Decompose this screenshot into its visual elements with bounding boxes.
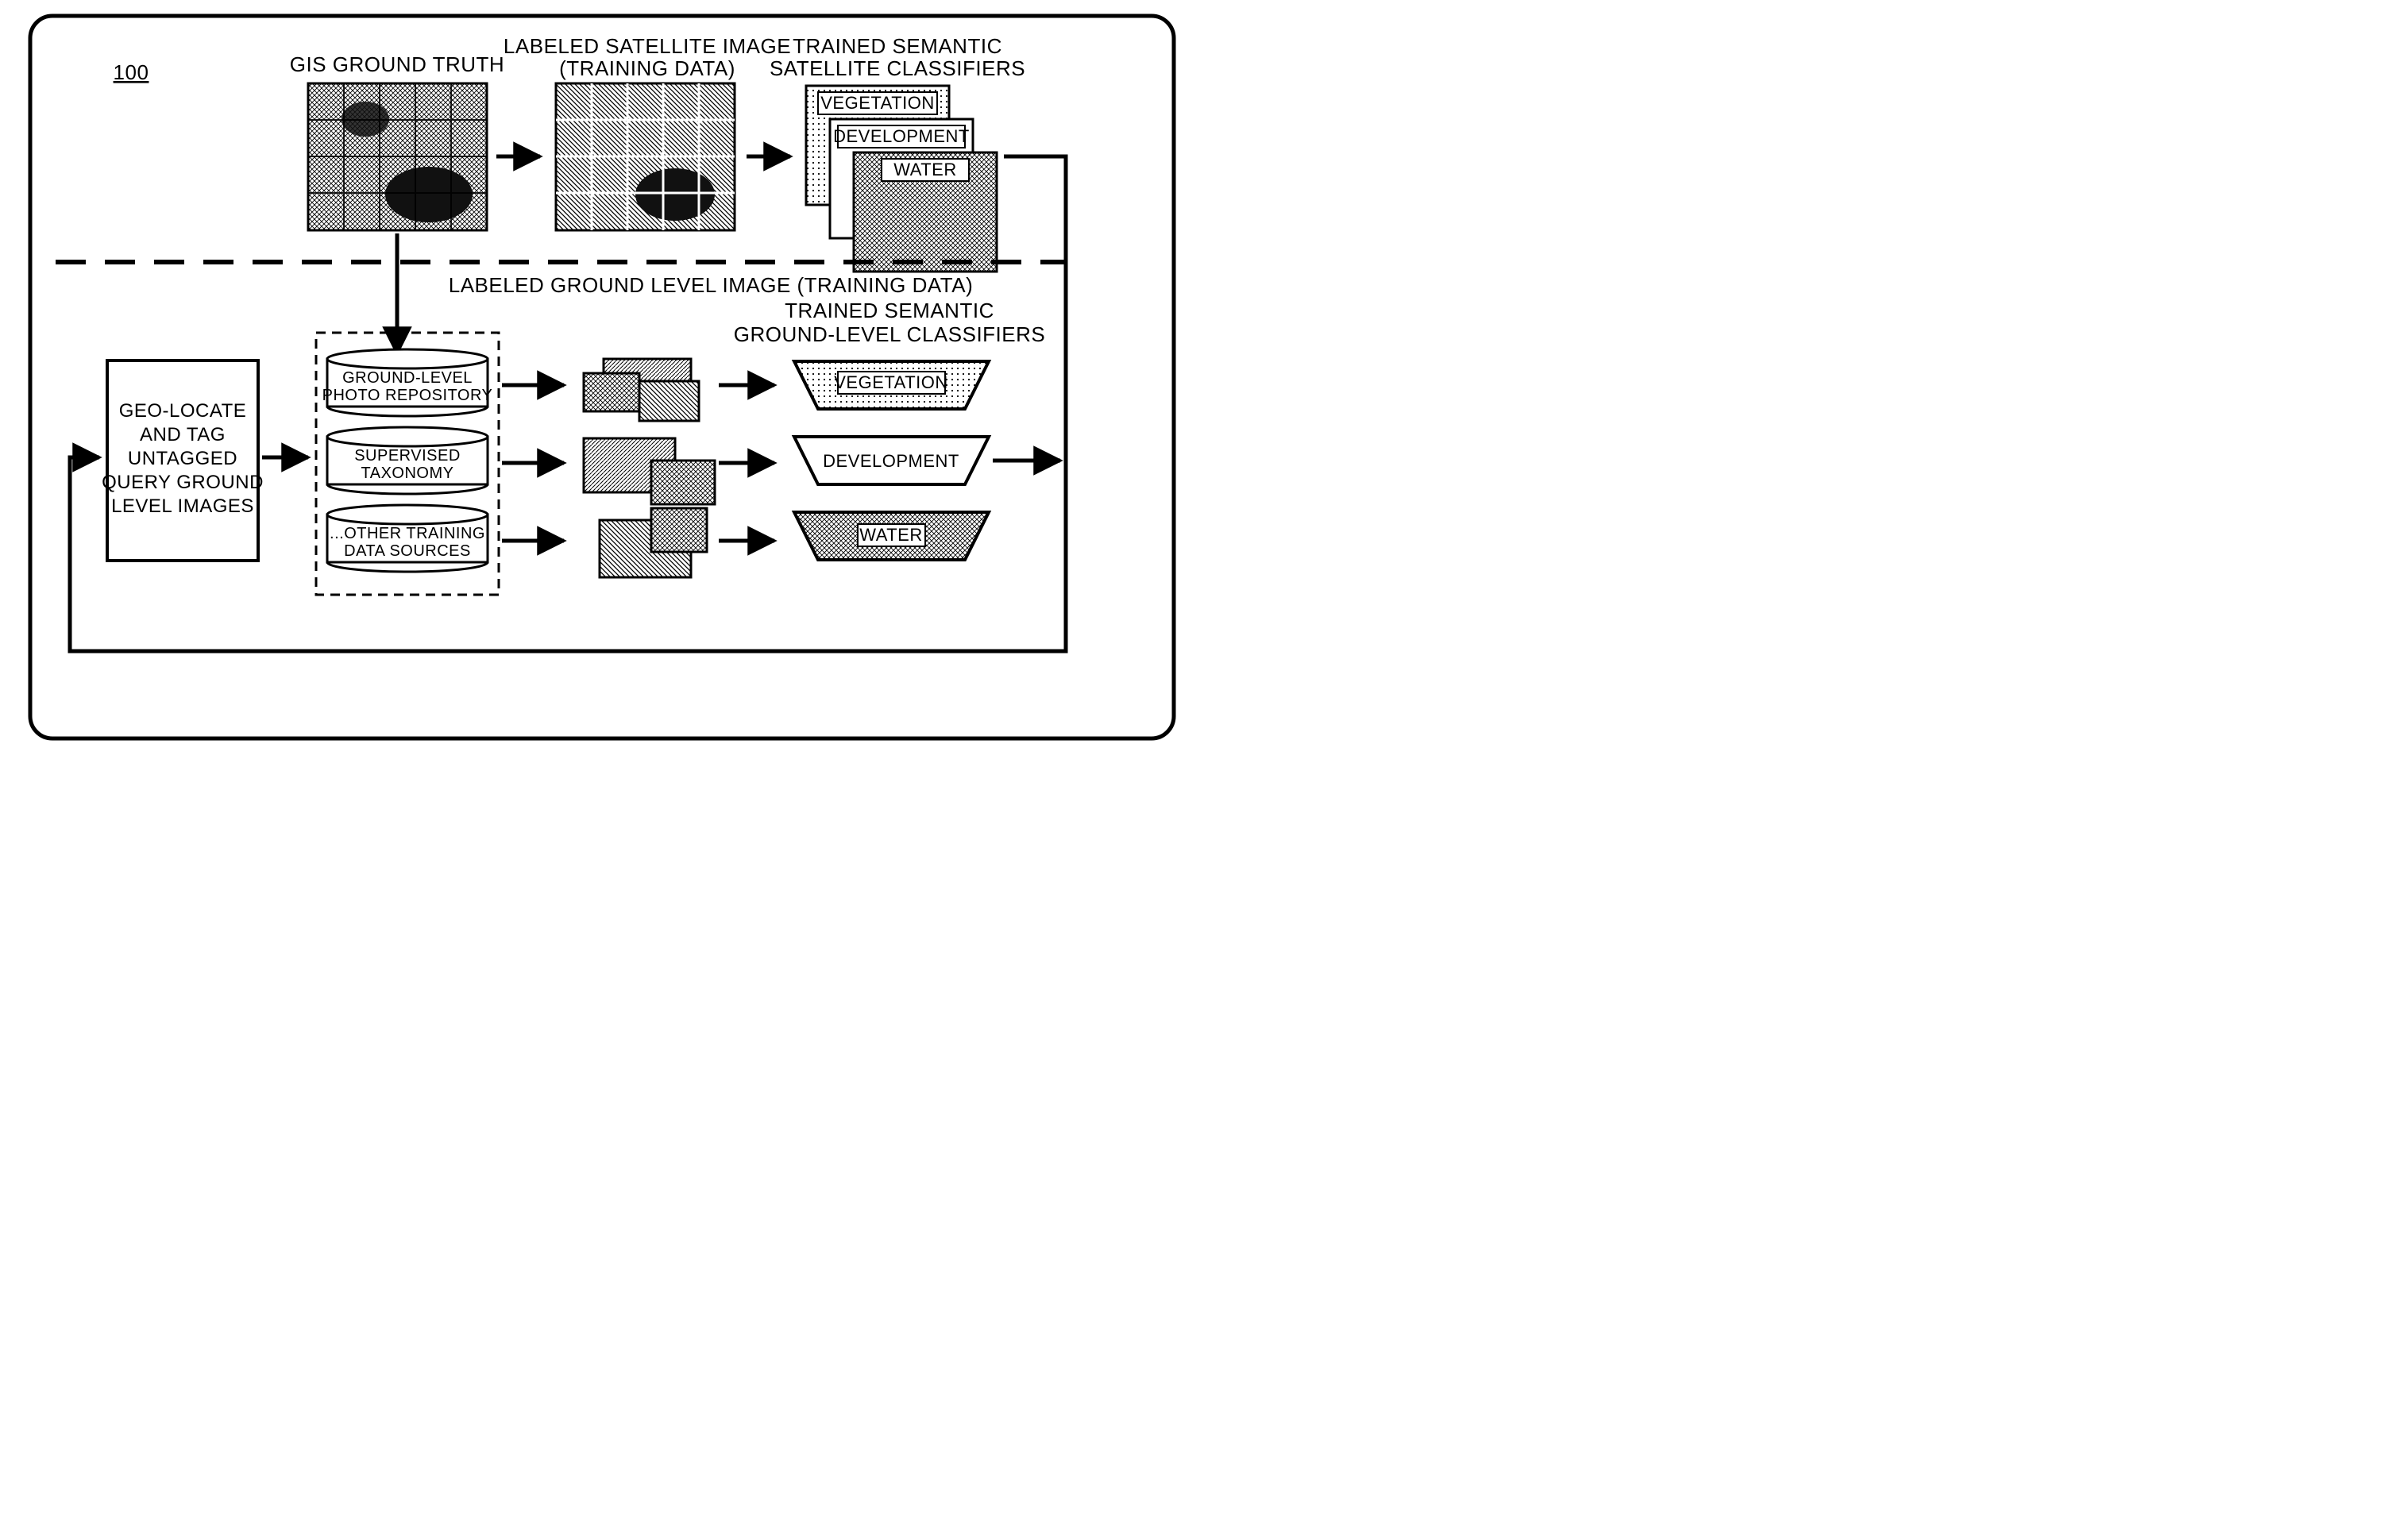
ground-header-l1: TRAINED SEMANTIC — [785, 299, 994, 322]
ground-header-l2: GROUND-LEVEL CLASSIFIERS — [734, 322, 1045, 346]
sat-class-water: WATER — [893, 160, 957, 179]
thumb-cluster-2 — [584, 438, 715, 504]
trap-water: WATER — [794, 512, 989, 560]
trap-development: DEVELOPMENT — [794, 437, 989, 484]
geo-l3: UNTAGGED — [128, 448, 237, 469]
sat-class-vegetation: VEGETATION — [820, 93, 935, 113]
labeled-sat-image — [556, 83, 735, 230]
gis-image — [308, 83, 487, 230]
cyl2-l2: TAXONOMY — [361, 465, 454, 482]
cyl2-l1: SUPERVISED — [354, 447, 461, 465]
trained-sat-l1: TRAINED SEMANTIC — [793, 34, 1002, 58]
labeled-sat-l2: (TRAINING DATA) — [559, 56, 735, 80]
diagram-root: 100 GIS GROUND TRUTH LABELED SATELLITE I… — [0, 0, 1204, 762]
cyl1-l2: PHOTO REPOSITORY — [322, 387, 493, 404]
cyl1-l1: GROUND-LEVEL — [342, 369, 473, 387]
geo-l1: GEO-LOCATE — [119, 400, 247, 422]
cylinder-other-sources: ...OTHER TRAINING DATA SOURCES — [327, 505, 488, 572]
trap-vegetation: VEGETATION — [794, 361, 989, 409]
mid-section-label: LABELED GROUND LEVEL IMAGE (TRAINING DAT… — [449, 273, 974, 297]
figure-number: 100 — [114, 60, 149, 84]
ground-class-water: WATER — [859, 525, 923, 545]
ground-class-development: DEVELOPMENT — [823, 451, 959, 471]
geo-l2: AND TAG — [140, 424, 226, 445]
gis-label: GIS GROUND TRUTH — [290, 52, 504, 76]
cylinder-supervised-taxonomy: SUPERVISED TAXONOMY — [327, 427, 488, 494]
thumb-cluster-3 — [600, 508, 707, 577]
thumb-cluster-1 — [584, 359, 699, 421]
sat-class-development: DEVELOPMENT — [833, 126, 970, 146]
geo-l4: QUERY GROUND — [102, 472, 264, 493]
ground-class-vegetation: VEGETATION — [834, 372, 948, 392]
sat-classifier-stack: VEGETATION DEVELOPMENT WATER — [806, 86, 997, 272]
cyl3-l1: ...OTHER TRAINING — [330, 525, 485, 542]
cyl3-l2: DATA SOURCES — [344, 542, 471, 560]
geo-l5: LEVEL IMAGES — [111, 495, 254, 517]
trained-sat-l2: SATELLITE CLASSIFIERS — [770, 56, 1025, 80]
labeled-sat-l1: LABELED SATELLITE IMAGE — [504, 34, 791, 58]
cylinder-photo-repo: GROUND-LEVEL PHOTO REPOSITORY — [322, 349, 493, 416]
